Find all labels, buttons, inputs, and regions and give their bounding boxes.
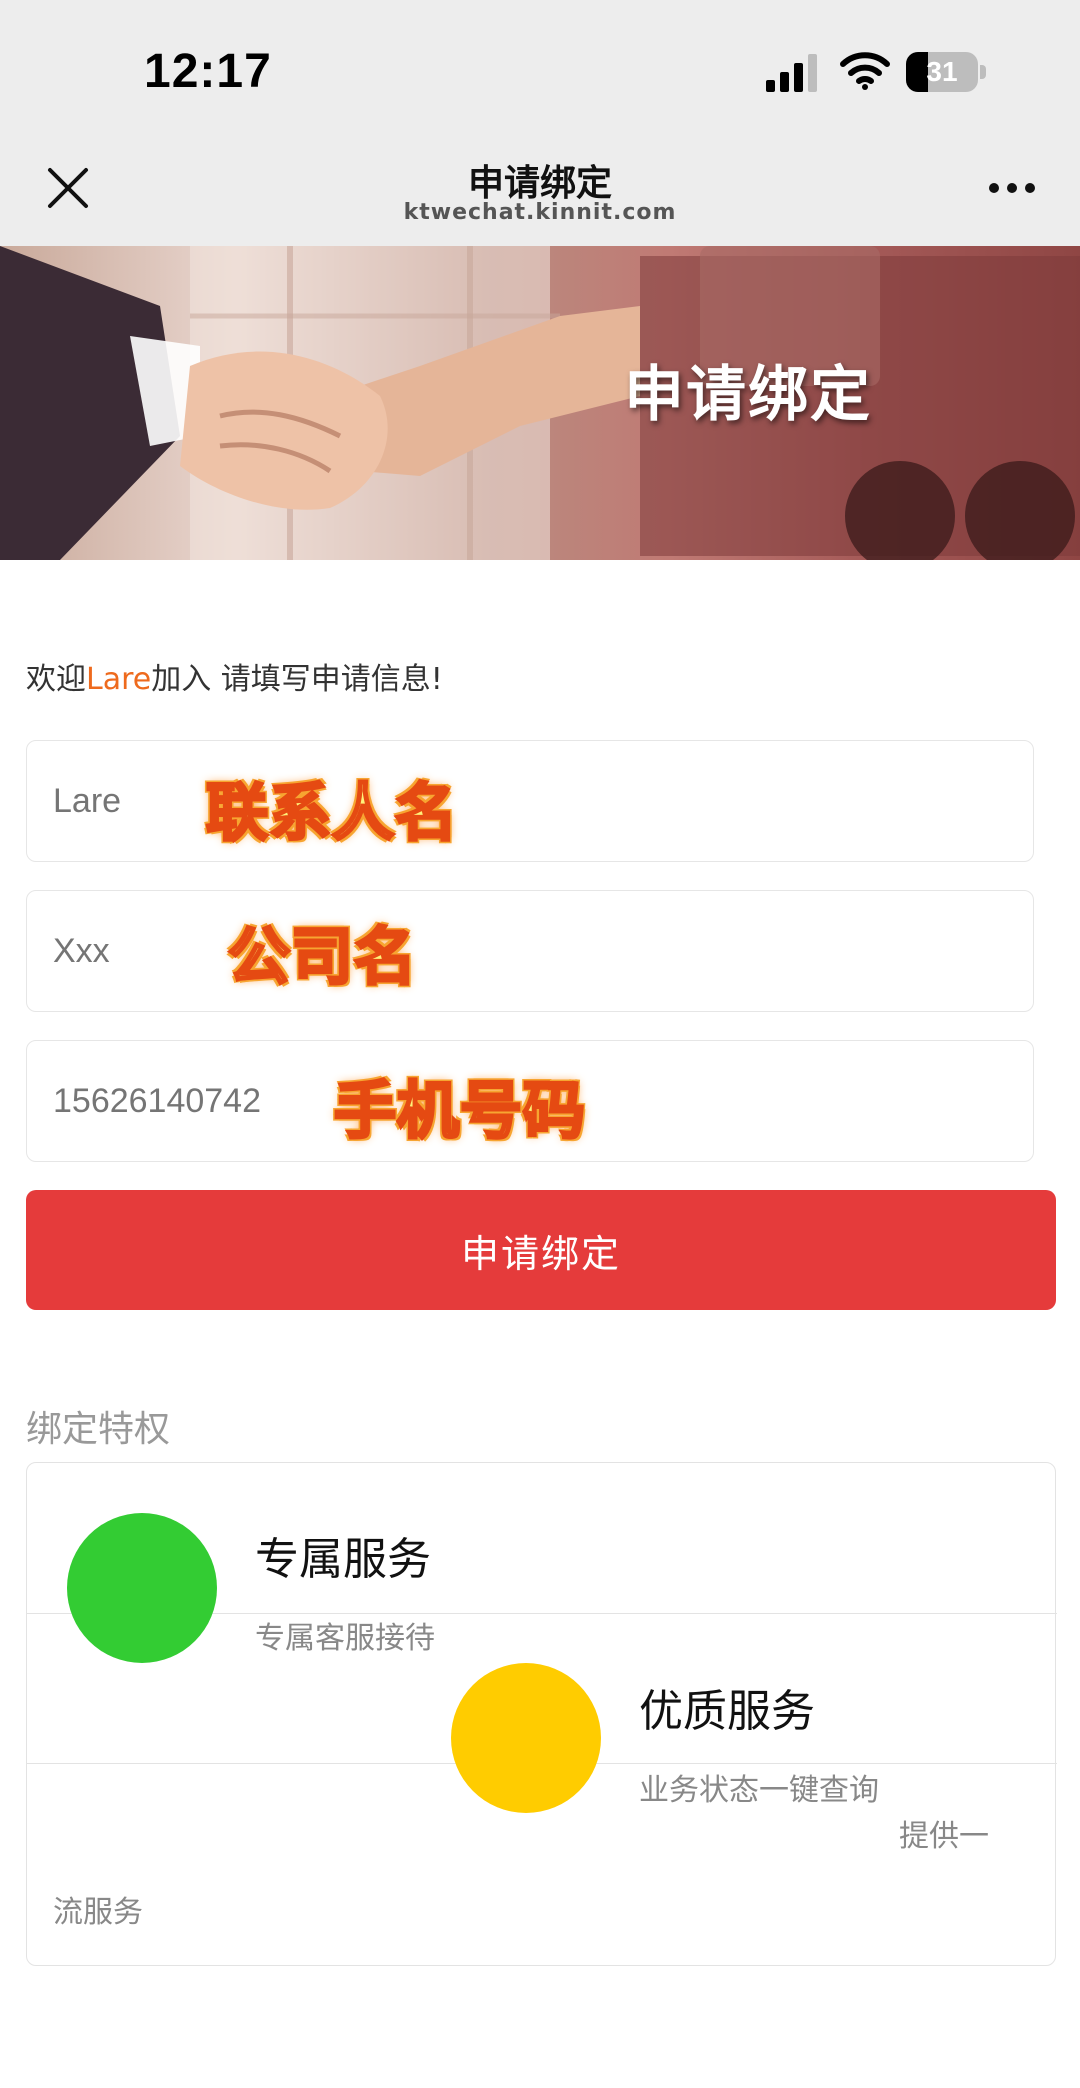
privileges-title: 绑定特权 — [26, 1409, 171, 1450]
welcome-suffix: 加入 请填写申请信息! — [151, 662, 443, 697]
quality-service-icon — [451, 1663, 601, 1813]
battery-icon: 31 — [906, 52, 986, 92]
contact-name-annotation: 联系人名 — [204, 775, 459, 851]
quality-service-title: 优质服务 — [639, 1686, 815, 1737]
welcome-name: Lare — [86, 662, 152, 697]
exclusive-service-icon — [67, 1513, 217, 1663]
more-icon[interactable] — [986, 178, 1038, 198]
privileges-card: 专属服务 专属客服接待 优质服务 业务状态一键查询 提供一 流服务 — [26, 1462, 1057, 1966]
apply-bind-button[interactable]: 申请绑定 — [26, 1190, 1056, 1310]
handshake-illustration — [0, 246, 1080, 560]
page-title: 申请绑定 — [467, 163, 612, 204]
welcome-prefix: 欢迎 — [26, 662, 86, 697]
banner-title: 申请绑定 — [624, 360, 872, 430]
exclusive-service-desc: 专属客服接待 — [255, 1621, 435, 1656]
phone-number-annotation: 手机号码 — [332, 1073, 587, 1149]
signal-icon — [766, 54, 817, 92]
page-url: ktwechat.kinnit.com — [403, 200, 677, 225]
contact-name-input[interactable] — [27, 741, 1033, 861]
company-name-input[interactable] — [27, 891, 1033, 1011]
nav-bar: 申请绑定 ktwechat.kinnit.com — [0, 128, 1080, 246]
wifi-icon — [840, 52, 890, 90]
status-time: 12:17 — [144, 45, 272, 98]
contact-name-field[interactable] — [26, 740, 1034, 862]
welcome-message: 欢迎Lare加入 请填写申请信息! — [26, 654, 443, 698]
status-bar: 12:17 31 — [0, 0, 1080, 128]
first-class-service-desc-part1: 提供一 — [899, 1819, 989, 1854]
banner-image: 申请绑定 — [0, 246, 1080, 560]
company-name-annotation: 公司名 — [226, 919, 418, 995]
exclusive-service-title: 专属服务 — [255, 1534, 431, 1585]
first-class-service-desc-part2: 流服务 — [53, 1895, 143, 1930]
quality-service-desc: 业务状态一键查询 — [639, 1773, 879, 1808]
company-name-field[interactable] — [26, 890, 1034, 1012]
battery-level: 31 — [926, 56, 958, 87]
